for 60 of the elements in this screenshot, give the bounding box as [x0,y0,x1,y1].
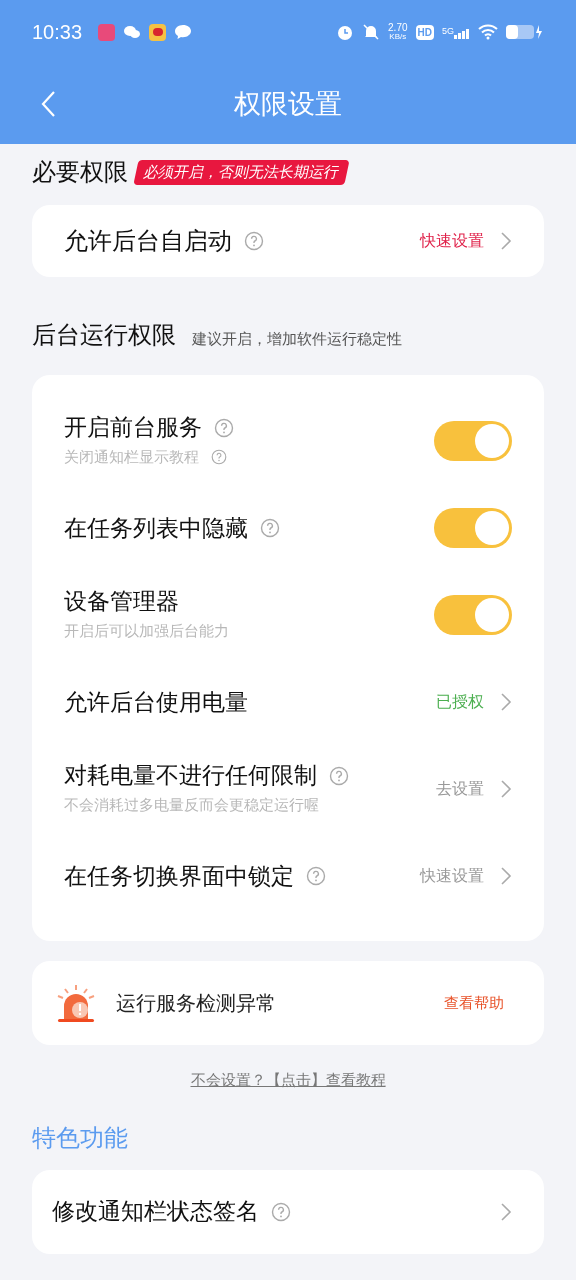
settings-row[interactable]: 允许后台使用电量 已授权 [64,659,512,745]
row-title: 修改通知栏状态签名 [52,1197,259,1226]
message-icon [174,24,193,40]
settings-row[interactable]: 在任务列表中隐藏 [64,485,512,571]
help-icon[interactable] [244,231,264,251]
settings-row[interactable]: 设备管理器 开启后可以加强后台能力 [64,571,512,659]
wifi-icon [478,24,498,40]
network-speed: 2.70 [388,23,408,33]
chevron-right-icon [500,231,512,251]
app-notification-icon [98,23,116,41]
chevron-right-icon [500,866,512,886]
help-icon[interactable] [214,417,234,438]
status-time: 10:33 [32,20,83,45]
chevron-right-icon [500,692,512,712]
help-icon[interactable] [260,518,280,538]
chat-icon [123,24,142,40]
toggle-switch[interactable] [434,508,512,548]
settings-row[interactable]: 在任务切换界面中锁定 快速设置 [64,833,512,919]
row-title: 对耗电量不进行任何限制 [64,761,317,791]
row-title: 设备管理器 [64,587,179,617]
row-title: 允许后台使用电量 [64,687,248,717]
chevron-right-icon [500,1201,512,1222]
row-title: 允许后台自启动 [64,226,232,256]
siren-icon [56,984,96,1022]
settings-row[interactable]: 修改通知栏状态签名 [52,1168,512,1255]
row-title: 开启前台服务 [64,413,202,443]
help-icon[interactable] [271,1201,291,1222]
section-title: 后台运行权限 [32,320,176,350]
help-icon[interactable] [211,449,227,466]
help-link[interactable]: 查看帮助 [444,991,520,1015]
hd-indicator: HD [415,24,434,40]
warning-badge: 必须开启，否则无法长期运行 [133,159,350,185]
signal-icon [454,26,470,39]
row-subtitle: 关闭通知栏显示教程 [64,447,199,468]
alert-text: 运行服务检测异常 [116,991,276,1016]
mute-icon [362,23,381,41]
row-title: 在任务切换界面中锁定 [64,861,294,891]
tutorial-link[interactable]: 不会设置？【点击】查看教程 [190,1069,386,1092]
speed-unit: KB/s [389,33,407,41]
toggle-switch[interactable] [434,595,512,635]
alarm-icon [336,23,355,41]
section-hint: 建议开启，增加软件运行稳定性 [192,328,402,349]
row-action[interactable]: 快速设置 [420,229,484,253]
settings-row[interactable]: 开启前台服务 关闭通知栏显示教程 [64,397,512,485]
row-subtitle: 不会消耗过多电量反而会更稳定运行喔 [64,795,319,816]
back-icon[interactable] [40,90,56,118]
settings-row[interactable]: 对耗电量不进行任何限制 不会消耗过多电量反而会更稳定运行喔 去设置 [64,745,512,833]
alert-card[interactable]: 运行服务检测异常 查看帮助 [32,961,544,1045]
section-title: 特色功能 [32,1122,129,1153]
help-icon[interactable] [306,866,326,886]
section-title: 必要权限 [32,157,128,187]
battery-icon [506,24,544,40]
row-subtitle: 开启后可以加强后台能力 [64,621,229,642]
chevron-right-icon [500,779,512,799]
settings-row[interactable]: 允许后台自启动 快速设置 [64,198,512,284]
toggle-switch[interactable] [434,421,512,461]
row-title: 在任务列表中隐藏 [64,513,248,543]
network-type: 5G [442,25,454,39]
help-icon[interactable] [329,765,349,786]
page-title: 权限设置 [234,87,342,121]
